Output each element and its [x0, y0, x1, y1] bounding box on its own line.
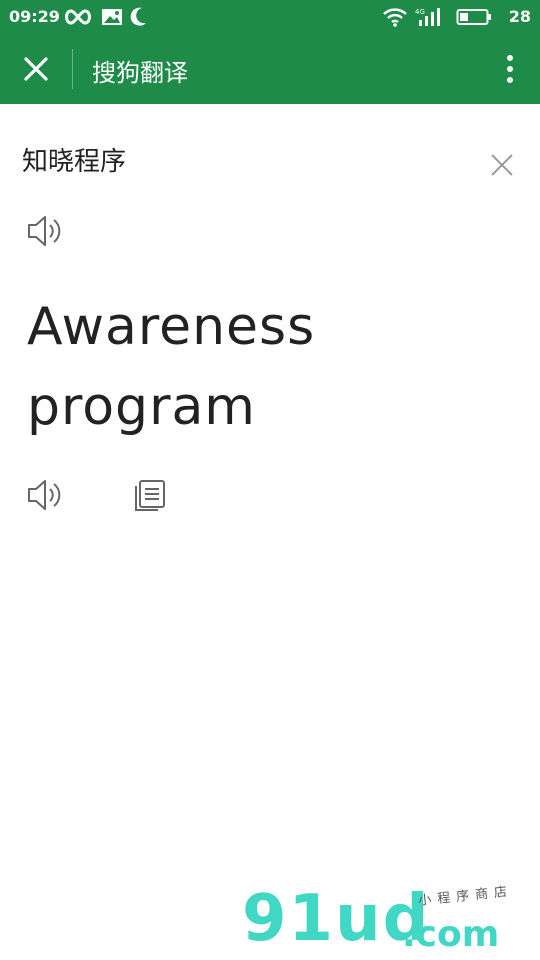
speaker-icon: [28, 216, 61, 246]
battery-icon: [456, 9, 491, 25]
copy-icon: [135, 480, 165, 511]
close-button[interactable]: [18, 51, 54, 87]
status-bar: 09:29 4G 28: [0, 0, 540, 34]
network-label: 4G: [415, 8, 425, 16]
battery-level: 28: [508, 7, 531, 26]
infinity-icon: [65, 9, 91, 25]
image-icon: [102, 9, 122, 25]
speaker-icon: [28, 480, 61, 510]
source-speaker-button[interactable]: [25, 212, 65, 250]
app-bar: 搜狗翻译: [0, 34, 540, 104]
more-options-button[interactable]: [498, 51, 522, 87]
clear-icon: [491, 154, 513, 176]
app-title: 搜狗翻译: [92, 59, 188, 87]
result-speaker-button[interactable]: [25, 476, 65, 514]
copy-button[interactable]: [132, 477, 168, 513]
translation-result: Awareness program: [27, 297, 316, 437]
wifi-icon: [383, 8, 407, 27]
watermark-domain: .com: [402, 914, 500, 955]
moon-icon: [130, 7, 146, 26]
more-vertical-icon: [507, 55, 513, 83]
source-text: 知晓程序: [22, 147, 127, 177]
watermark: 91ud .com 小程序商店: [240, 880, 540, 960]
watermark-subtitle: 小程序商店: [417, 884, 514, 909]
app-bar-divider: [72, 49, 73, 89]
status-time: 09:29: [9, 7, 60, 26]
signal-4g-icon: 4G: [415, 8, 440, 26]
clear-input-button[interactable]: [487, 150, 517, 180]
close-icon: [24, 57, 48, 81]
